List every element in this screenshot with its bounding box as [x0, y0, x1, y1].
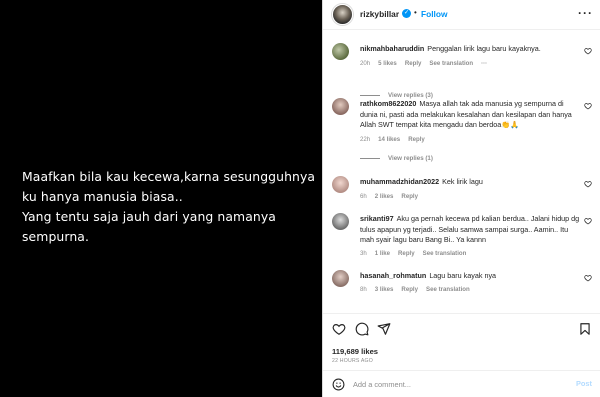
author-username[interactable]: rizkybillar — [360, 9, 399, 19]
reply-button[interactable]: Reply — [401, 193, 418, 200]
see-translation-button[interactable]: See translation — [423, 250, 467, 257]
commenter-avatar[interactable] — [332, 213, 349, 230]
like-comment-heart-icon[interactable] — [584, 102, 592, 112]
post-image-line: sempurna. — [22, 229, 90, 244]
add-comment-bar: Post — [323, 370, 600, 397]
comment-body: srikanti97 Aku ga pernah kecewa pd kalian… — [360, 214, 582, 246]
commenter-avatar[interactable] — [332, 270, 349, 287]
view-replies-line — [360, 158, 380, 159]
post-comment-button[interactable]: Post — [576, 379, 592, 388]
commenter-avatar[interactable] — [332, 98, 349, 115]
like-heart-icon[interactable] — [332, 322, 346, 336]
comment-likes[interactable]: 2 likes — [375, 193, 394, 200]
comment-time[interactable]: 22h — [360, 136, 370, 143]
reply-button[interactable]: Reply — [405, 60, 422, 67]
more-options-icon[interactable]: ··· — [578, 6, 593, 20]
comment-body: hasanah_rohmatun Lagu baru kayak nya — [360, 271, 582, 282]
share-send-icon[interactable] — [377, 322, 391, 336]
header-separator: • — [414, 8, 417, 17]
post-actions: 119,689 likes 22 HOURS AGO — [323, 313, 600, 370]
commenter-username[interactable]: srikanti97 — [360, 214, 394, 223]
comment-meta: 22h 14 likes Reply — [360, 136, 425, 143]
comment-likes[interactable]: 1 like — [375, 250, 390, 257]
post-image-text: Maafkan bila kau kecewa,karna sesungguhn… — [22, 167, 316, 247]
comment-time[interactable]: 3h — [360, 250, 367, 257]
add-comment-input[interactable] — [353, 377, 553, 392]
commenter-username[interactable]: muhammadzhidan2022 — [360, 177, 439, 186]
comment-body: muhammadzhidan2022 Kek lirik lagu — [360, 177, 582, 188]
see-translation-button[interactable]: See translation — [429, 60, 473, 67]
comment-text: Kek lirik lagu — [442, 177, 483, 186]
commenter-username[interactable]: hasanah_rohmatun — [360, 271, 426, 280]
comment-time[interactable]: 8h — [360, 286, 367, 293]
post-image-line: ku hanya manusia biasa.. — [22, 189, 183, 204]
comment-meta: 3h 1 like Reply See translation — [360, 250, 466, 257]
like-count[interactable]: 119,689 likes — [332, 347, 378, 356]
verified-badge-icon: ✓ — [402, 9, 411, 18]
comment-meta: 6h 2 likes Reply — [360, 193, 418, 200]
comment-likes[interactable]: 14 likes — [378, 136, 400, 143]
comment-bubble-icon[interactable] — [355, 322, 369, 336]
save-bookmark-icon[interactable] — [578, 322, 592, 336]
commenter-avatar[interactable] — [332, 43, 349, 60]
follow-button[interactable]: Follow — [421, 9, 448, 19]
comment-text: Penggalan lirik lagu baru kayaknya. — [427, 44, 541, 53]
comment-body: nikmahbaharuddin Penggalan lirik lagu bar… — [360, 44, 582, 55]
like-comment-heart-icon[interactable] — [584, 47, 592, 57]
comment-meta: 20h 5 likes Reply See translation ··· — [360, 60, 487, 67]
like-comment-heart-icon[interactable] — [584, 274, 592, 284]
instagram-post: Maafkan bila kau kecewa,karna sesungguhn… — [0, 0, 600, 397]
comment-meta: 8h 3 likes Reply See translation — [360, 286, 470, 293]
commenter-username[interactable]: nikmahbaharuddin — [360, 44, 424, 53]
view-replies-button[interactable]: View replies (1) — [360, 155, 433, 162]
comment-likes[interactable]: 5 likes — [378, 60, 397, 67]
emoji-smiley-icon[interactable] — [332, 378, 345, 391]
view-replies-label: View replies (1) — [388, 155, 433, 162]
see-translation-button[interactable]: See translation — [426, 286, 470, 293]
view-replies-button[interactable]: View replies (3) — [360, 92, 433, 99]
commenter-avatar[interactable] — [332, 176, 349, 193]
commenter-username[interactable]: rathkom8622020 — [360, 99, 416, 108]
author-avatar[interactable] — [332, 4, 353, 25]
comment-text: Lagu baru kayak nya — [429, 271, 497, 280]
comment-more-options-icon[interactable]: ··· — [481, 60, 487, 67]
post-image-line: Yang tentu saja jauh dari yang namanya — [22, 209, 277, 224]
comment-time[interactable]: 6h — [360, 193, 367, 200]
like-comment-heart-icon[interactable] — [584, 217, 592, 227]
post-image[interactable]: Maafkan bila kau kecewa,karna sesungguhn… — [0, 0, 322, 397]
comment-body: rathkom8622020 Masya allah tak ada manusi… — [360, 99, 582, 131]
reply-button[interactable]: Reply — [398, 250, 415, 257]
comments-list[interactable]: nikmahbaharuddin Penggalan lirik lagu bar… — [323, 31, 600, 312]
post-header: rizkybillar ✓ • Follow ··· — [323, 0, 600, 30]
post-timestamp[interactable]: 22 HOURS AGO — [332, 358, 373, 364]
view-replies-label: View replies (3) — [388, 92, 433, 99]
post-side-panel: rizkybillar ✓ • Follow ··· nikmahbaharud… — [322, 0, 600, 397]
reply-button[interactable]: Reply — [401, 286, 418, 293]
comment-likes[interactable]: 3 likes — [375, 286, 394, 293]
comment-time[interactable]: 20h — [360, 60, 370, 67]
view-replies-line — [360, 95, 380, 96]
reply-button[interactable]: Reply — [408, 136, 425, 143]
like-comment-heart-icon[interactable] — [584, 180, 592, 190]
post-image-line: Maafkan bila kau kecewa,karna sesungguhn… — [22, 169, 316, 184]
